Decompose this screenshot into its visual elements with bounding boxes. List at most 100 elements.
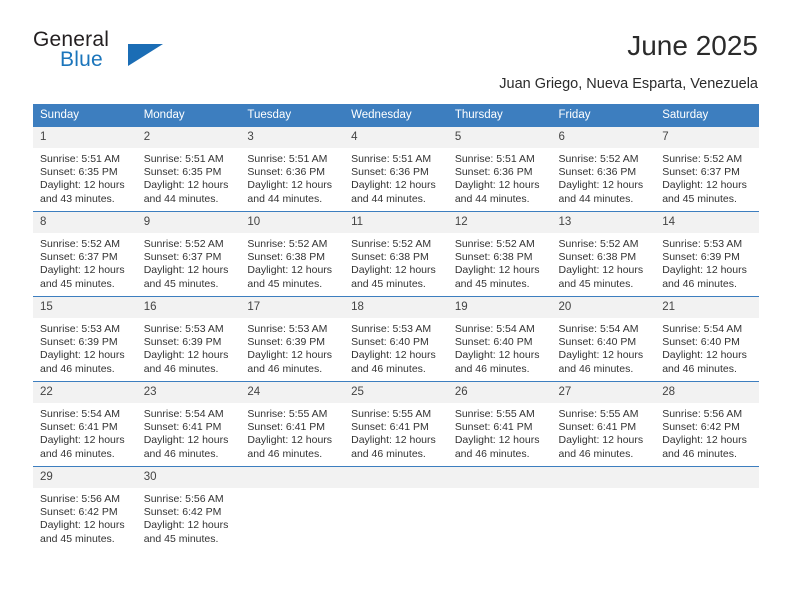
calendar-day-cell[interactable]: 25 Sunrise: 5:55 AM Sunset: 6:41 PM Dayligh… [344,381,448,467]
daylight-text: Daylight: 12 hours and 46 minutes. [351,349,436,375]
calendar-day-cell[interactable]: 29 Sunrise: 5:56 AM Sunset: 6:42 PM Dayligh… [33,466,137,551]
calendar-day-cell[interactable]: 1 Sunrise: 5:51 AM Sunset: 6:35 PM Daylight… [33,126,137,212]
calendar-day-cell[interactable]: 9 Sunrise: 5:52 AM Sunset: 6:37 PM Daylight… [136,211,241,297]
column-header-sunday: Sunday [33,104,137,127]
day-sun-info [240,488,344,493]
daylight-text: Daylight: 12 hours and 45 minutes. [558,264,644,290]
calendar-day-cell[interactable]: 12 Sunrise: 5:52 AM Sunset: 6:38 PM Dayligh… [447,211,552,297]
day-number: 9 [136,212,241,233]
day-number: 15 [33,297,137,318]
calendar-day-cell[interactable]: 17 Sunrise: 5:53 AM Sunset: 6:39 PM Dayligh… [240,296,345,382]
calendar-week-row: 29 Sunrise: 5:56 AM Sunset: 6:42 PM Dayligh… [33,466,759,551]
page-title: June 2025 [627,30,758,61]
calendar-day-cell[interactable]: 15 Sunrise: 5:53 AM Sunset: 6:39 PM Dayligh… [33,296,137,382]
general-blue-logo[interactable]: General Blue [33,28,233,84]
day-number: 18 [344,297,448,318]
daylight-text: Daylight: 12 hours and 45 minutes. [351,264,436,290]
calendar-day-cell[interactable]: 21 Sunrise: 5:54 AM Sunset: 6:40 PM Dayligh… [655,296,759,382]
sunset-text: Sunset: 6:37 PM [662,166,740,179]
calendar-day-cell[interactable]: 5 Sunrise: 5:51 AM Sunset: 6:36 PM Daylight… [447,126,552,212]
sunset-text: Sunset: 6:37 PM [143,251,222,264]
day-number: 16 [136,297,241,318]
column-header-saturday: Saturday [655,104,759,127]
calendar-day-cell[interactable]: 3 Sunrise: 5:51 AM Sunset: 6:36 PM Daylight… [240,126,345,212]
calendar-day-cell[interactable] [344,466,448,551]
logo-text-blue: Blue [60,48,103,71]
calendar-day-cell[interactable]: 24 Sunrise: 5:55 AM Sunset: 6:41 PM Dayligh… [240,381,345,467]
calendar-day-cell[interactable]: 7 Sunrise: 5:52 AM Sunset: 6:37 PM Daylight… [655,126,759,212]
sunrise-text: Sunrise: 5:51 AM [247,153,328,165]
sunset-text: Sunset: 6:38 PM [454,251,533,264]
daylight-text: Daylight: 12 hours and 45 minutes. [662,179,747,205]
day-number: 14 [655,212,759,233]
calendar-week-row: 8 Sunrise: 5:52 AM Sunset: 6:37 PM Daylight… [33,211,759,297]
daylight-text: Daylight: 12 hours and 46 minutes. [558,349,644,375]
sunrise-text: Sunrise: 5:54 AM [558,323,639,335]
day-sun-info: Sunrise: 5:54 AM Sunset: 6:40 PM Daylight:… [655,318,759,376]
calendar-day-cell[interactable]: 27 Sunrise: 5:55 AM Sunset: 6:41 PM Dayligh… [551,381,656,467]
calendar-day-cell[interactable]: 23 Sunrise: 5:54 AM Sunset: 6:41 PM Dayligh… [136,381,241,467]
day-sun-info: Sunrise: 5:52 AM Sunset: 6:37 PM Daylight:… [137,233,241,291]
calendar-day-cell[interactable]: 30 Sunrise: 5:56 AM Sunset: 6:42 PM Dayligh… [136,466,241,551]
calendar-week-row: 1 Sunrise: 5:51 AM Sunset: 6:35 PM Daylight… [33,126,759,212]
sunrise-text: Sunrise: 5:53 AM [143,323,224,335]
sunrise-text: Sunrise: 5:55 AM [454,408,535,420]
calendar-day-cell[interactable]: 11 Sunrise: 5:52 AM Sunset: 6:38 PM Dayligh… [344,211,448,297]
calendar-day-cell[interactable]: 20 Sunrise: 5:54 AM Sunset: 6:40 PM Dayligh… [551,296,656,382]
sunrise-text: Sunrise: 5:51 AM [143,153,224,165]
calendar-day-cell[interactable]: 16 Sunrise: 5:53 AM Sunset: 6:39 PM Dayligh… [136,296,241,382]
calendar-day-cell[interactable]: 10 Sunrise: 5:52 AM Sunset: 6:38 PM Dayligh… [240,211,345,297]
sunrise-text: Sunrise: 5:54 AM [662,323,743,335]
day-sun-info: Sunrise: 5:56 AM Sunset: 6:42 PM Daylight:… [655,403,759,461]
calendar-day-cell[interactable]: 19 Sunrise: 5:54 AM Sunset: 6:40 PM Dayligh… [447,296,552,382]
sunset-text: Sunset: 6:42 PM [662,421,740,434]
sunrise-text: Sunrise: 5:55 AM [351,408,432,420]
calendar-week-row: 15 Sunrise: 5:53 AM Sunset: 6:39 PM Dayligh… [33,296,759,382]
day-number: 13 [551,212,656,233]
day-sun-info: Sunrise: 5:52 AM Sunset: 6:37 PM Daylight:… [655,148,759,206]
calendar-day-cell[interactable]: 22 Sunrise: 5:54 AM Sunset: 6:41 PM Dayligh… [33,381,137,467]
sunset-text: Sunset: 6:40 PM [662,336,740,349]
sunrise-sunset-calendar: Sunday Monday Tuesday Wednesday Thursday… [33,104,759,551]
day-number: 19 [447,297,552,318]
calendar-day-cell[interactable]: 28 Sunrise: 5:56 AM Sunset: 6:42 PM Dayligh… [655,381,759,467]
day-number: 6 [551,127,656,148]
calendar-day-cell[interactable] [551,466,656,551]
daylight-text: Daylight: 12 hours and 46 minutes. [143,434,229,460]
calendar-day-cell[interactable]: 8 Sunrise: 5:52 AM Sunset: 6:37 PM Daylight… [33,211,137,297]
day-number: 20 [551,297,656,318]
sunrise-text: Sunrise: 5:52 AM [40,238,120,250]
triangle-flag-icon [128,44,163,66]
calendar-day-cell[interactable]: 6 Sunrise: 5:52 AM Sunset: 6:36 PM Daylight… [551,126,656,212]
calendar-day-cell[interactable]: 18 Sunrise: 5:53 AM Sunset: 6:40 PM Dayligh… [344,296,448,382]
daylight-text: Daylight: 12 hours and 44 minutes. [143,179,229,205]
sunrise-text: Sunrise: 5:52 AM [454,238,535,250]
day-sun-info: Sunrise: 5:54 AM Sunset: 6:40 PM Daylight:… [448,318,552,376]
day-sun-info: Sunrise: 5:54 AM Sunset: 6:41 PM Daylight:… [33,403,137,461]
daylight-text: Daylight: 12 hours and 45 minutes. [143,264,229,290]
calendar-day-cell[interactable]: 4 Sunrise: 5:51 AM Sunset: 6:36 PM Daylight… [344,126,448,212]
calendar-day-cell[interactable] [655,466,759,551]
day-sun-info: Sunrise: 5:53 AM Sunset: 6:39 PM Daylight:… [137,318,241,376]
sunset-text: Sunset: 6:41 PM [40,421,118,434]
daylight-text: Daylight: 12 hours and 46 minutes. [40,434,125,460]
day-sun-info: Sunrise: 5:52 AM Sunset: 6:37 PM Daylight:… [33,233,137,291]
calendar-day-cell[interactable]: 2 Sunrise: 5:51 AM Sunset: 6:35 PM Daylight… [136,126,241,212]
sunset-text: Sunset: 6:40 PM [351,336,429,349]
calendar-day-cell[interactable] [240,466,345,551]
day-number: 27 [551,382,656,403]
column-header-tuesday: Tuesday [240,104,345,127]
day-number [655,467,759,488]
calendar-day-cell[interactable]: 14 Sunrise: 5:53 AM Sunset: 6:39 PM Dayligh… [655,211,759,297]
day-sun-info [344,488,448,493]
sunset-text: Sunset: 6:41 PM [247,421,326,434]
day-sun-info: Sunrise: 5:54 AM Sunset: 6:40 PM Daylight:… [552,318,656,376]
sunset-text: Sunset: 6:40 PM [454,336,533,349]
sunset-text: Sunset: 6:36 PM [454,166,533,179]
daylight-text: Daylight: 12 hours and 45 minutes. [454,264,540,290]
calendar-day-cell[interactable]: 13 Sunrise: 5:52 AM Sunset: 6:38 PM Dayligh… [551,211,656,297]
calendar-day-cell[interactable]: 26 Sunrise: 5:55 AM Sunset: 6:41 PM Dayligh… [447,381,552,467]
calendar-day-cell[interactable] [447,466,552,551]
sunset-text: Sunset: 6:38 PM [247,251,326,264]
calendar-page: General Blue June 2025 Juan Griego, Nuev… [0,0,792,612]
